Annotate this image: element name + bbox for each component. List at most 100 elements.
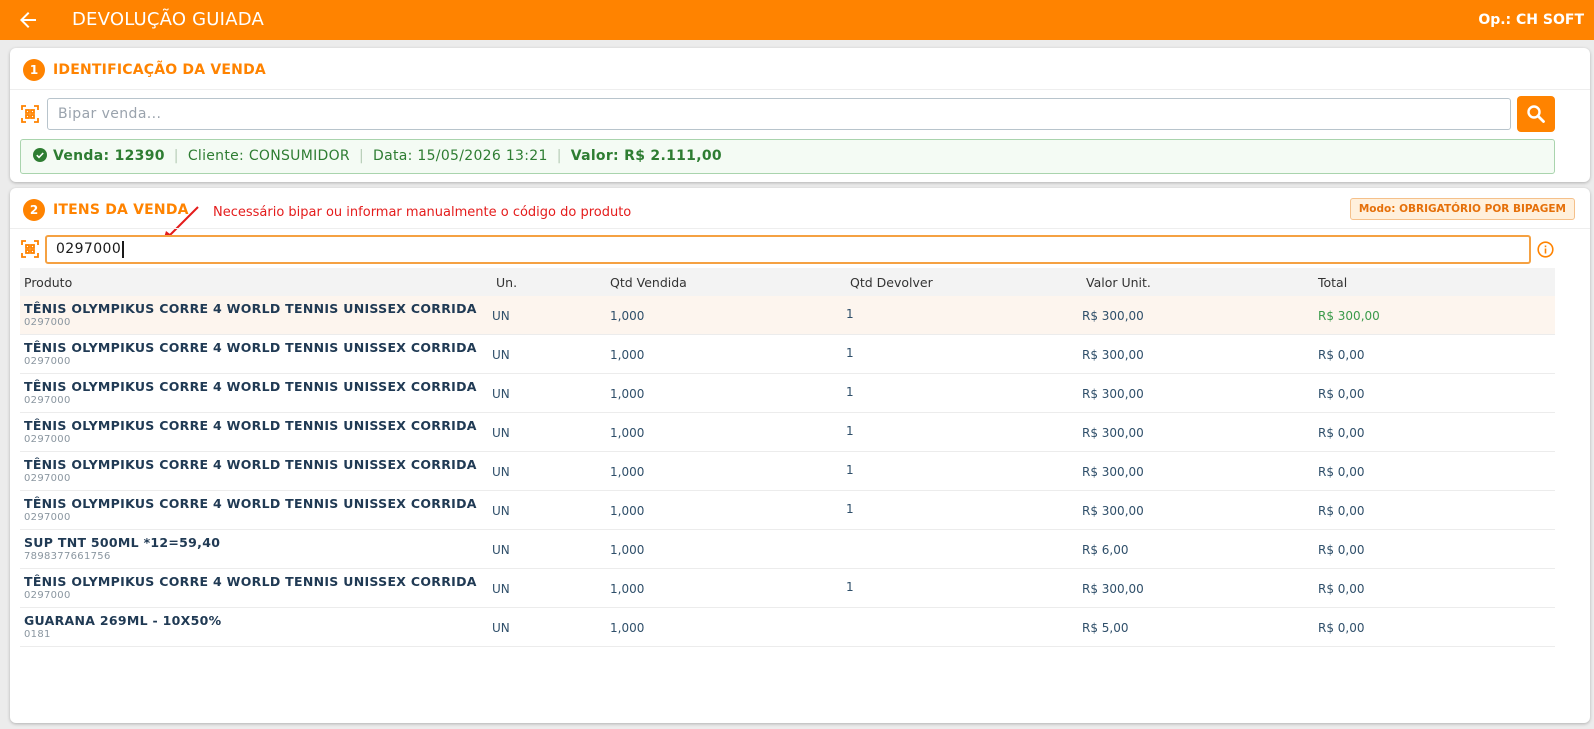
product-code: 0297000 [24,512,71,523]
check-circle-icon [33,148,47,162]
product-cell: TÊNIS OLYMPIKUS CORRE 4 WORLD TENNIS UNI… [24,418,477,445]
unit-cell: UN [492,387,510,401]
total-cell: R$ 0,00 [1318,582,1365,596]
items-table: Produto Un. Qtd Vendida Qtd Devolver Val… [20,268,1555,647]
section-title-identification: IDENTIFICAÇÃO DA VENDA [53,62,266,78]
qtd-devolver-cell[interactable]: 1 [846,424,854,438]
unit-cell: UN [492,504,510,518]
qr-scan-icon [21,240,39,258]
sale-number: Venda: 12390 [53,148,165,164]
total-cell: R$ 0,00 [1318,387,1365,401]
product-code: 0297000 [24,317,71,328]
column-header-produto: Produto [24,275,73,290]
unit-cell: UN [492,621,510,635]
product-name: SUP TNT 500ML *12=59,40 [24,535,221,550]
table-row[interactable]: TÊNIS OLYMPIKUS CORRE 4 WORLD TENNIS UNI… [20,452,1555,491]
qtd-devolver-cell[interactable]: 1 [846,580,854,594]
column-header-qtd-vendida: Qtd Vendida [610,275,687,290]
qtd-vendida-cell: 1,000 [610,543,645,557]
back-button[interactable] [16,8,40,32]
qtd-devolver-cell[interactable]: 1 [846,463,854,477]
unit-cell: UN [492,465,510,479]
qtd-vendida-cell: 1,000 [610,465,645,479]
product-name: TÊNIS OLYMPIKUS CORRE 4 WORLD TENNIS UNI… [24,340,477,355]
qtd-vendida-cell: 1,000 [610,387,645,401]
product-name: TÊNIS OLYMPIKUS CORRE 4 WORLD TENNIS UNI… [24,574,477,589]
valor-unit-cell: R$ 300,00 [1082,309,1144,323]
text-caret [122,240,125,258]
product-code: 0297000 [24,356,71,367]
valor-unit-cell: R$ 300,00 [1082,465,1144,479]
sale-items-card: 2 ITENS DA VENDA Necessário bipar ou inf… [10,188,1590,723]
qtd-vendida-cell: 1,000 [610,309,645,323]
total-cell: R$ 300,00 [1318,309,1380,323]
sale-identification-card: 1 IDENTIFICAÇÃO DA VENDA Bipar venda... … [10,48,1590,182]
product-cell: TÊNIS OLYMPIKUS CORRE 4 WORLD TENNIS UNI… [24,457,477,484]
product-name: TÊNIS OLYMPIKUS CORRE 4 WORLD TENNIS UNI… [24,301,477,316]
search-icon [1527,105,1545,123]
sale-search-input[interactable]: Bipar venda... [47,98,1511,130]
step-badge-1: 1 [23,59,45,81]
product-scan-value: 0297000 [56,241,122,257]
unit-cell: UN [492,348,510,362]
arrow-left-icon [20,12,36,28]
valor-unit-cell: R$ 300,00 [1082,582,1144,596]
column-header-un: Un. [496,275,518,290]
qtd-devolver-cell[interactable]: 1 [846,346,854,360]
info-button[interactable] [1537,241,1554,258]
operator-label: Op.: CH SOFT [1478,12,1584,28]
annotation-text: Necessário bipar ou informar manualmente… [213,205,632,220]
qtd-devolver-cell[interactable]: 1 [846,307,854,321]
qtd-vendida-cell: 1,000 [610,504,645,518]
total-cell: R$ 0,00 [1318,348,1365,362]
search-button[interactable] [1517,96,1555,132]
product-cell: SUP TNT 500ML *12=59,40 7898377661756 [24,535,220,562]
total-cell: R$ 0,00 [1318,426,1365,440]
qtd-vendida-cell: 1,000 [610,348,645,362]
mode-badge: Modo: OBRIGATÓRIO POR BIPAGEM [1349,198,1575,220]
table-row[interactable]: GUARANA 269ML - 10X50% 0181 UN 1,000 R$ … [20,608,1555,647]
sale-value: Valor: R$ 2.111,00 [570,148,722,164]
qtd-devolver-cell[interactable]: 1 [846,502,854,516]
table-row[interactable]: TÊNIS OLYMPIKUS CORRE 4 WORLD TENNIS UNI… [20,491,1555,530]
product-cell: TÊNIS OLYMPIKUS CORRE 4 WORLD TENNIS UNI… [24,574,477,601]
product-name: TÊNIS OLYMPIKUS CORRE 4 WORLD TENNIS UNI… [24,379,477,394]
info-icon [1537,241,1554,258]
qtd-vendida-cell: 1,000 [610,621,645,635]
divider [10,228,1590,229]
total-cell: R$ 0,00 [1318,465,1365,479]
valor-unit-cell: R$ 300,00 [1082,426,1144,440]
table-header: Produto Un. Qtd Vendida Qtd Devolver Val… [20,268,1555,296]
qtd-vendida-cell: 1,000 [610,582,645,596]
product-code: 0181 [24,629,51,640]
sale-search-placeholder: Bipar venda... [58,106,162,122]
column-header-valor-unit: Valor Unit. [1086,275,1151,290]
table-row[interactable]: SUP TNT 500ML *12=59,40 7898377661756 UN… [20,530,1555,569]
product-cell: GUARANA 269ML - 10X50% 0181 [24,613,221,640]
product-scan-input[interactable]: 0297000 [45,235,1531,264]
product-cell: TÊNIS OLYMPIKUS CORRE 4 WORLD TENNIS UNI… [24,340,477,367]
table-row[interactable]: TÊNIS OLYMPIKUS CORRE 4 WORLD TENNIS UNI… [20,569,1555,608]
table-row[interactable]: TÊNIS OLYMPIKUS CORRE 4 WORLD TENNIS UNI… [20,374,1555,413]
total-cell: R$ 0,00 [1318,543,1365,557]
product-name: TÊNIS OLYMPIKUS CORRE 4 WORLD TENNIS UNI… [24,457,477,472]
product-cell: TÊNIS OLYMPIKUS CORRE 4 WORLD TENNIS UNI… [24,379,477,406]
product-code: 0297000 [24,590,71,601]
total-cell: R$ 0,00 [1318,621,1365,635]
app-header: DEVOLUÇÃO GUIADA Op.: CH SOFT [0,0,1594,40]
table-row[interactable]: TÊNIS OLYMPIKUS CORRE 4 WORLD TENNIS UNI… [20,296,1555,335]
table-row[interactable]: TÊNIS OLYMPIKUS CORRE 4 WORLD TENNIS UNI… [20,335,1555,374]
unit-cell: UN [492,426,510,440]
step-badge-2: 2 [23,199,45,221]
sale-info-bar: Venda: 12390 | Cliente: CONSUMIDOR | Data: 1… [20,139,1555,174]
qtd-vendida-cell: 1,000 [610,426,645,440]
sale-date: Data: 15/05/2026 13:21 [373,148,548,164]
table-row[interactable]: TÊNIS OLYMPIKUS CORRE 4 WORLD TENNIS UNI… [20,413,1555,452]
product-name: TÊNIS OLYMPIKUS CORRE 4 WORLD TENNIS UNI… [24,496,477,511]
qtd-devolver-cell[interactable]: 1 [846,385,854,399]
page-title: DEVOLUÇÃO GUIADA [72,9,264,30]
product-name: GUARANA 269ML - 10X50% [24,613,222,628]
product-cell: TÊNIS OLYMPIKUS CORRE 4 WORLD TENNIS UNI… [24,301,477,328]
valor-unit-cell: R$ 300,00 [1082,504,1144,518]
sale-client: Cliente: CONSUMIDOR [187,148,350,164]
